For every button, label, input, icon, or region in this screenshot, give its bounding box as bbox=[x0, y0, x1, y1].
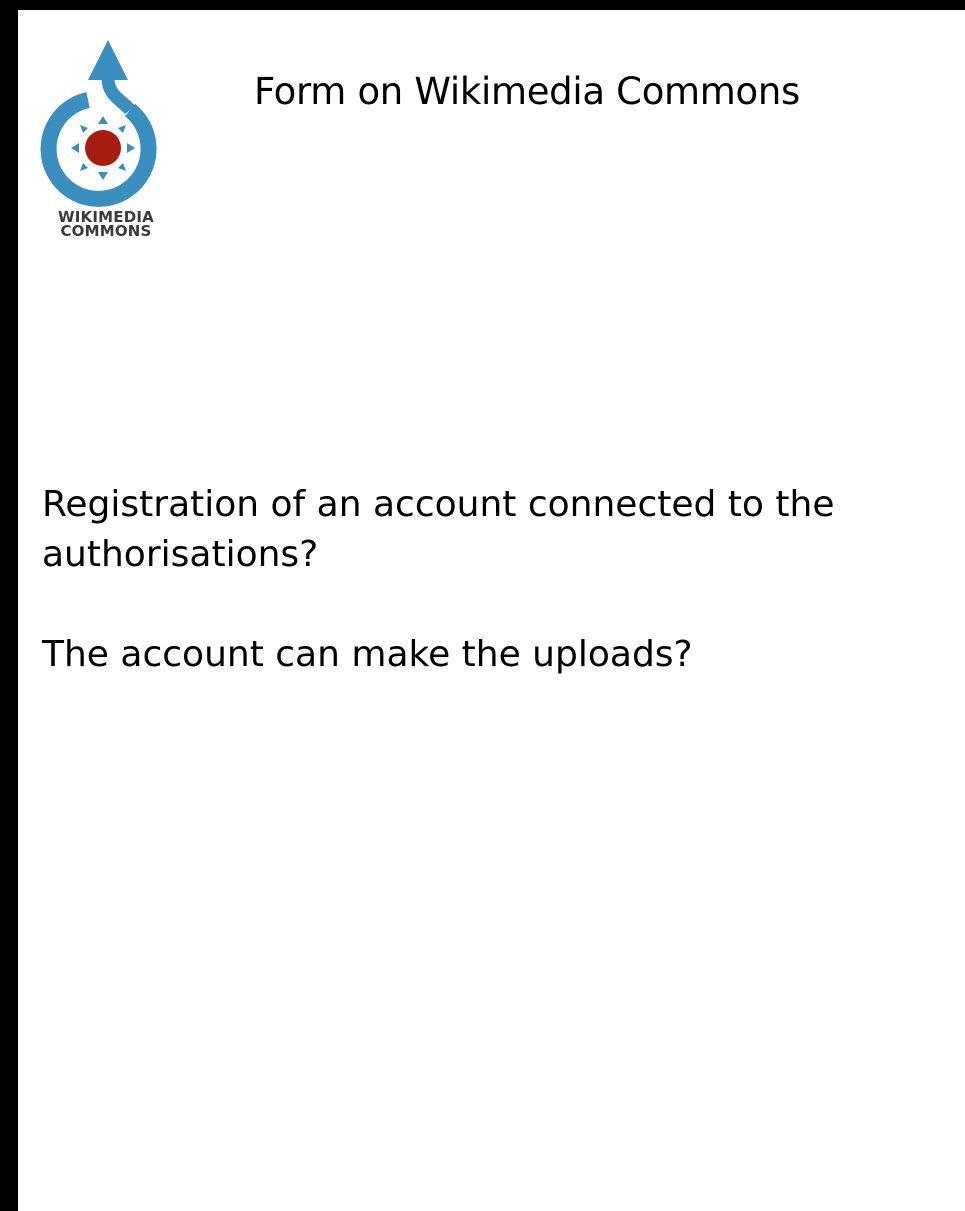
commons-icon bbox=[40, 40, 157, 207]
slide-title: Form on Wikimedia Commons bbox=[254, 70, 801, 113]
wikimedia-commons-logo: WIKIMEDIA COMMONS bbox=[26, 38, 186, 243]
slide-body: Registration of an account connected to … bbox=[42, 480, 942, 730]
body-paragraph-uploads: The account can make the uploads? bbox=[42, 634, 693, 675]
slide: WIKIMEDIA COMMONS Form on Wikimedia Comm… bbox=[18, 10, 965, 1211]
logo-wordmark-line2: COMMONS bbox=[60, 222, 152, 240]
body-paragraph-registration: Registration of an account connected to … bbox=[42, 484, 835, 575]
